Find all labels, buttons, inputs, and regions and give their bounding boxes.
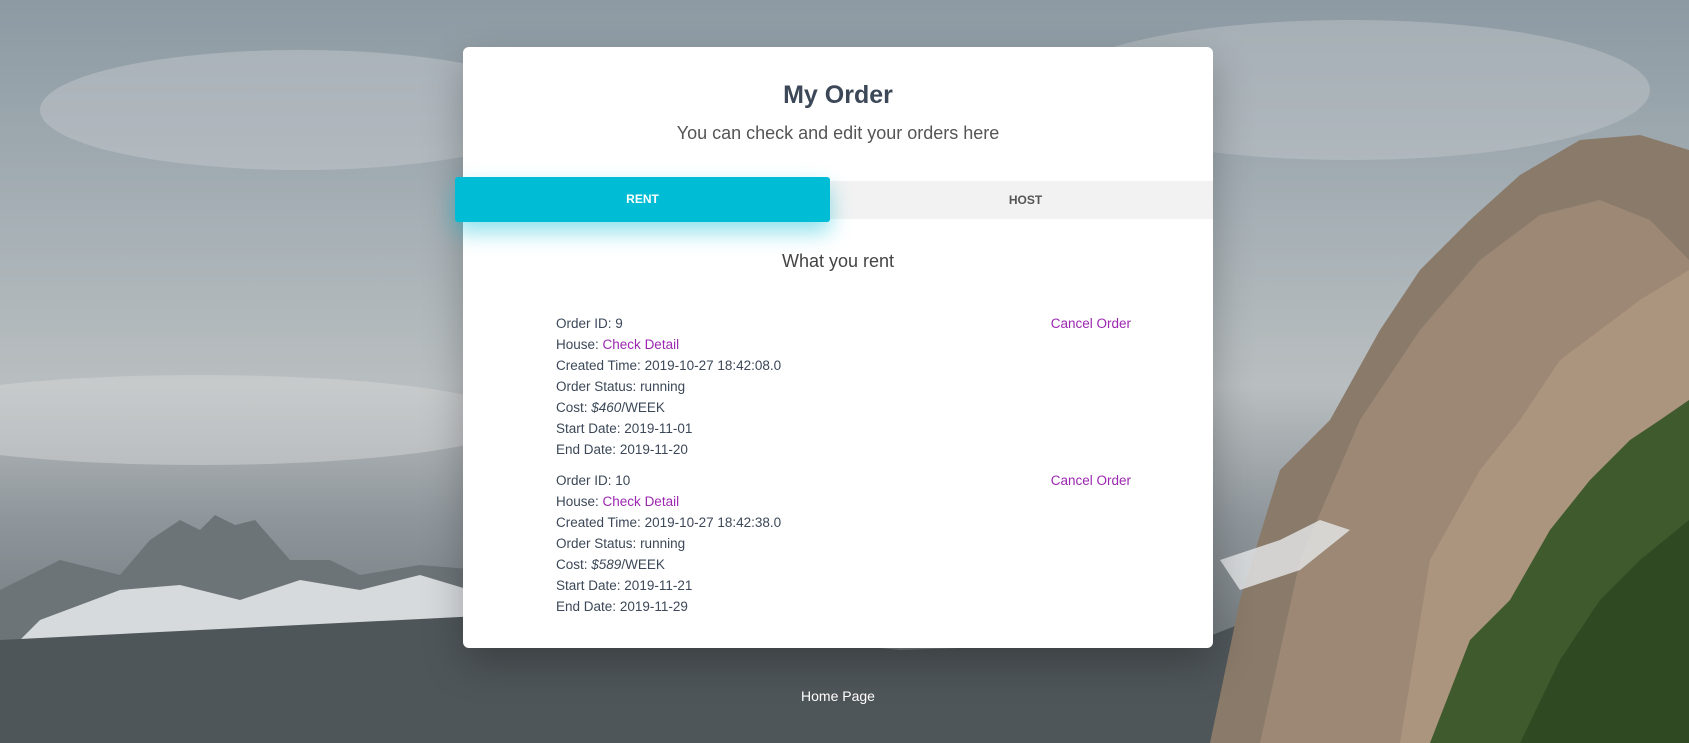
order-id-label: Order ID: [556, 316, 612, 331]
cost-line: Cost: $589/WEEK [556, 554, 1131, 575]
end-date-label: End Date: [556, 599, 617, 614]
tab-host[interactable]: HOST [838, 181, 1213, 219]
order-id-value: 9 [615, 316, 623, 331]
order-id-line: Order ID: 10 [556, 470, 1131, 491]
end-date-label: End Date: [556, 442, 617, 457]
cost-unit: /WEEK [621, 400, 665, 415]
page-title: My Order [783, 81, 893, 109]
end-date-value: 2019-11-20 [619, 442, 688, 457]
cost-value: $460 [591, 400, 622, 415]
house-line: House: Check Detail [556, 334, 1131, 355]
created-time-label: Created Time: [556, 358, 641, 373]
house-label: House: [556, 494, 599, 509]
cost-line: Cost: $460/WEEK [556, 397, 1131, 418]
cost-label: Cost: [556, 557, 588, 572]
order-status-label: Order Status: [556, 536, 637, 551]
home-page-link[interactable]: Home Page [0, 688, 1676, 704]
end-date-line: End Date: 2019-11-20 [556, 439, 1131, 460]
order-item: Order ID: 9 House: Check Detail Created … [556, 313, 1131, 460]
page-subtitle: You can check and edit your orders here [676, 123, 1000, 143]
start-date-line: Start Date: 2019-11-21 [556, 575, 1131, 596]
order-id-label: Order ID: [556, 473, 612, 488]
cost-label: Cost: [556, 400, 588, 415]
check-detail-link[interactable]: Check Detail [603, 494, 680, 509]
start-date-line: Start Date: 2019-11-01 [556, 418, 1131, 439]
order-id-value: 10 [615, 473, 631, 488]
order-id-line: Order ID: 9 [556, 313, 1131, 334]
order-card: My Order You can check and edit your ord… [455, 47, 1213, 648]
order-item: Order ID: 10 House: Check Detail Created… [556, 470, 1131, 617]
created-time-label: Created Time: [556, 515, 641, 530]
order-status-label: Order Status: [556, 379, 637, 394]
order-status-line: Order Status: running [556, 376, 1131, 397]
start-date-label: Start Date: [556, 578, 621, 593]
created-time-line: Created Time: 2019-10-27 18:42:08.0 [556, 355, 1131, 376]
order-status-value: running [640, 536, 686, 551]
cancel-order-button[interactable]: Cancel Order [1051, 313, 1131, 334]
order-tabs: RENT HOST [455, 177, 1213, 222]
cost-value: $589 [591, 557, 622, 572]
section-title: What you rent [781, 251, 895, 271]
order-status-line: Order Status: running [556, 533, 1131, 554]
start-date-value: 2019-11-21 [624, 578, 693, 593]
cost-unit: /WEEK [621, 557, 665, 572]
end-date-line: End Date: 2019-11-29 [556, 596, 1131, 617]
house-line: House: Check Detail [556, 491, 1131, 512]
start-date-value: 2019-11-01 [624, 421, 693, 436]
start-date-label: Start Date: [556, 421, 621, 436]
created-time-value: 2019-10-27 18:42:08.0 [644, 358, 782, 373]
end-date-value: 2019-11-29 [619, 599, 688, 614]
created-time-value: 2019-10-27 18:42:38.0 [644, 515, 782, 530]
cancel-order-button[interactable]: Cancel Order [1051, 470, 1131, 491]
house-label: House: [556, 337, 599, 352]
order-status-value: running [640, 379, 686, 394]
created-time-line: Created Time: 2019-10-27 18:42:38.0 [556, 512, 1131, 533]
check-detail-link[interactable]: Check Detail [603, 337, 680, 352]
tab-rent[interactable]: RENT [455, 177, 830, 222]
